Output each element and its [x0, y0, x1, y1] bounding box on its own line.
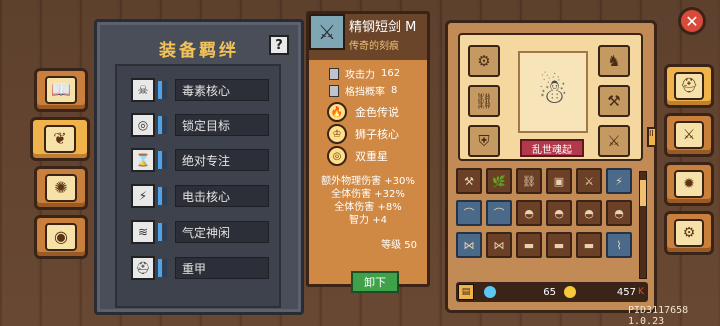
book-icon: 📖: [45, 76, 77, 104]
target-icon: ◎: [131, 113, 155, 137]
character-avatar: ☃: [518, 51, 588, 133]
bonus-label: 毒素核心: [175, 79, 269, 101]
bonus-row-heavy-armor[interactable]: ⛑ 重甲: [131, 256, 269, 280]
settings-icon: ⚙: [674, 219, 704, 247]
equip-slot-weapon[interactable]: ⚔: [598, 125, 630, 157]
helmet-icon: ⛑: [674, 72, 704, 100]
tab-gear[interactable]: ✹: [664, 162, 714, 206]
inventory-slot[interactable]: ⚒: [456, 168, 482, 194]
equipment-box: ⚙ ⛓ ⛨ ♞ ⚒ ⚔ ☃ 乱世魂起: [458, 33, 643, 161]
flame-icon: 🔥: [327, 102, 347, 122]
inventory-slot[interactable]: ▬: [576, 232, 602, 258]
bonus-row-shock[interactable]: ⚡ 电击核心: [131, 184, 269, 208]
bonus-label: 绝对专注: [175, 149, 269, 171]
tab-settings[interactable]: ⚙: [664, 211, 714, 255]
equip-slot-necklace[interactable]: ⚙: [468, 45, 500, 77]
item-detail-panel: ⚔ 精钢短剑 M 传奇的刻痕 攻击力 162 格挡概率 8 🔥 金色传说 ♔ 狮…: [306, 11, 430, 293]
steam-icon: ≋: [131, 220, 155, 244]
item-name: 精钢短剑 M: [349, 20, 417, 35]
close-button[interactable]: ✕: [678, 7, 706, 35]
target-icon: ◎: [327, 146, 347, 166]
equip-slot-armor[interactable]: ⚒: [598, 85, 630, 117]
side-tag[interactable]: II: [647, 127, 657, 147]
tab-shield[interactable]: ◉: [34, 215, 88, 259]
bonus-row-calm[interactable]: ≋ 气定神闲: [131, 220, 269, 244]
item-subtitle: 传奇的刻痕: [349, 41, 399, 52]
stat-attack: 攻击力 162: [329, 66, 400, 81]
inventory-slot[interactable]: ⚔: [576, 168, 602, 194]
chest-icon: ❦: [44, 125, 76, 153]
bonus-label: 电击核心: [175, 185, 269, 207]
bonus-row-focus[interactable]: ⌛ 绝对专注: [131, 148, 269, 172]
equip-slot-helmet[interactable]: ♞: [598, 45, 630, 77]
inventory-slot[interactable]: ◓: [606, 200, 632, 226]
inventory-grid: ⚒ 🌿 ⛓ ▣ ⚔ ⚡ ⌒ ⌒ ◓ ◓ ◓ ◓ ⋈ ⋈ ▬ ▬ ▬ ⌇: [456, 168, 634, 276]
lion-icon: ♔: [327, 124, 347, 144]
inventory-slot[interactable]: ⚡: [606, 168, 632, 194]
inventory-slot[interactable]: ⌒: [486, 200, 512, 226]
currency-bar: ▤ 65 457 K: [456, 282, 648, 302]
inventory-slot[interactable]: ⋈: [456, 232, 482, 258]
inventory-scrollbar[interactable]: [639, 171, 647, 279]
trait-lion: ♔ 狮子核心: [327, 124, 399, 144]
sword-icon: [329, 67, 339, 80]
gem-count: 65: [543, 286, 556, 298]
inventory-slot[interactable]: ⌒: [456, 200, 482, 226]
version-label: PID3117658 1.0.23: [628, 305, 689, 326]
inventory-slot[interactable]: ⌇: [606, 232, 632, 258]
tab-gear-coins[interactable]: ✺: [34, 166, 88, 210]
skull-icon: ☠: [131, 78, 155, 102]
lightning-icon: ⚡: [131, 184, 155, 208]
bonus-label: 锁定目标: [175, 114, 269, 136]
inventory-slot[interactable]: ◓: [546, 200, 572, 226]
inventory-slot[interactable]: ▣: [546, 168, 572, 194]
set-bonus-panel: 装备羁绊 ? ☠ 毒素核心 ◎ 锁定目标 ⌛ 绝对专注 ⚡ 电击核心 ≋ 气定神…: [94, 19, 304, 315]
stat-block: 格挡概率 8: [329, 83, 397, 98]
tab-swords[interactable]: ⚔: [664, 113, 714, 157]
gear-coins-icon: ✺: [45, 174, 77, 202]
coin-icon: [564, 286, 576, 298]
bonus-row-lock-target[interactable]: ◎ 锁定目标: [131, 113, 269, 137]
unequip-button[interactable]: 卸下: [351, 271, 399, 293]
trait-double-star: ◎ 双重星: [327, 146, 388, 166]
coin-suffix: K: [638, 287, 644, 297]
equip-slot-ring[interactable]: ⛓: [468, 85, 500, 117]
help-button[interactable]: ?: [269, 35, 289, 55]
tab-chest[interactable]: ❦: [30, 117, 90, 161]
item-level: 等级 50: [381, 240, 417, 251]
hourglass-icon: ⌛: [131, 148, 155, 172]
bonus-row-toxin[interactable]: ☠ 毒素核心: [131, 78, 269, 102]
inventory-slot[interactable]: 🌿: [486, 168, 512, 194]
helmet-icon: ⛑: [131, 256, 155, 280]
inventory-slot[interactable]: ▬: [516, 232, 542, 258]
character-panel: ⚙ ⛓ ⛨ ♞ ⚒ ⚔ ☃ 乱世魂起 II ⚒ 🌿 ⛓ ▣ ⚔ ⚡ ⌒ ⌒ ◓ …: [445, 20, 657, 313]
shield-icon: ◉: [45, 223, 77, 251]
bonus-label: 重甲: [175, 257, 269, 279]
item-thumbnail: ⚔: [309, 14, 345, 50]
lock-icon[interactable]: ▤: [458, 284, 474, 300]
inventory-slot[interactable]: ▬: [546, 232, 572, 258]
inventory-slot[interactable]: ◓: [516, 200, 542, 226]
inventory-slot[interactable]: ◓: [576, 200, 602, 226]
trait-legend: 🔥 金色传说: [327, 102, 399, 122]
equip-slot-boots[interactable]: ⛨: [468, 125, 500, 157]
gem-icon: [484, 286, 496, 298]
coin-count: 457: [616, 286, 636, 298]
gear-icon: ✹: [674, 170, 704, 198]
tab-helmet[interactable]: ⛑: [664, 64, 714, 108]
inventory-slot[interactable]: ⛓: [516, 168, 542, 194]
character-name: 乱世魂起: [520, 139, 584, 157]
shield-icon: [329, 84, 339, 97]
bonus-label: 气定神闲: [175, 221, 269, 243]
inventory-slot[interactable]: ⋈: [486, 232, 512, 258]
bonus-stat: 智力 +4: [349, 215, 387, 226]
tab-book[interactable]: 📖: [34, 68, 88, 112]
swords-icon: ⚔: [674, 121, 704, 149]
